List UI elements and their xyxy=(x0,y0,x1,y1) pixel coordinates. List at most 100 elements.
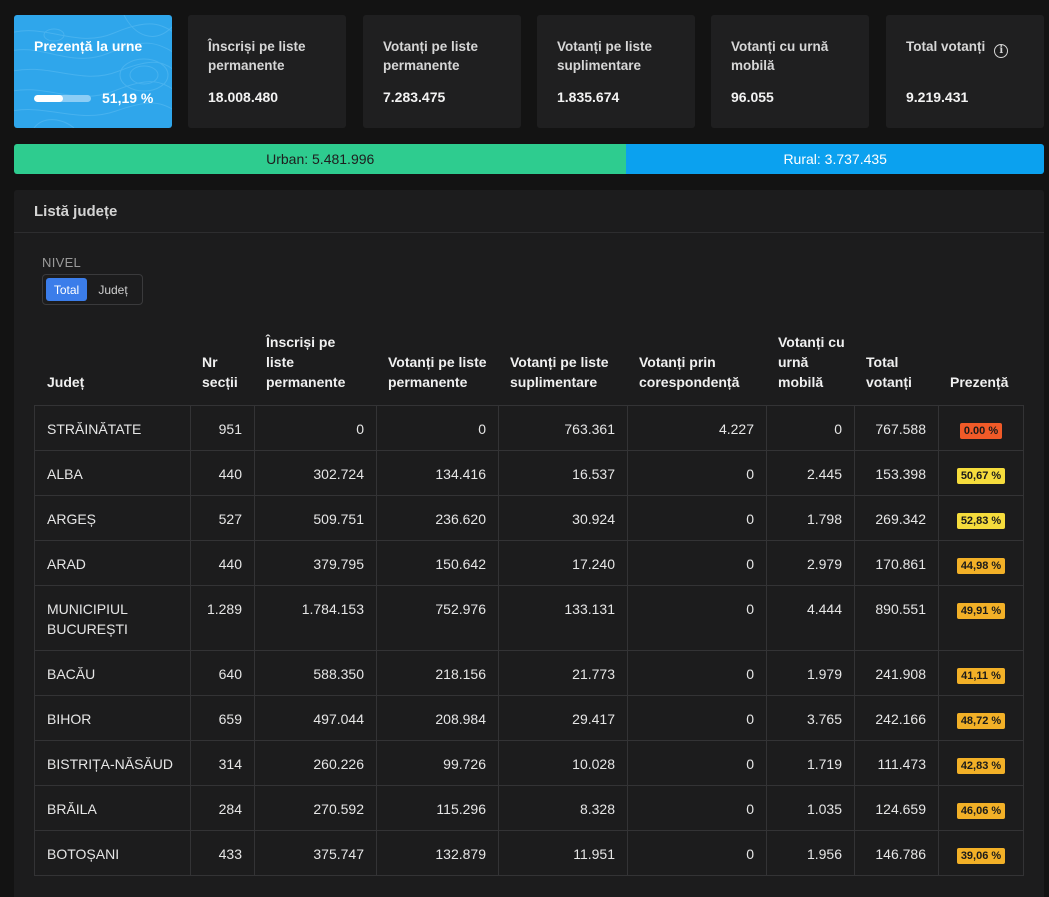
col-votanti-suplimentare[interactable]: Votanți pe liste suplimentare xyxy=(510,352,625,392)
col-inscrisi[interactable]: Înscriși pe liste permanente xyxy=(266,332,366,392)
cell-prezenta: 41,11 % xyxy=(939,651,1023,695)
cell-votanti-suplimentare: 17.240 xyxy=(499,541,628,585)
cell-prezenta: 50,67 % xyxy=(939,451,1023,495)
table-row: MUNICIPIUL BUCUREȘTI 1.289 1.784.153 752.97… xyxy=(35,586,1023,651)
cell-urna-mobila: 4.444 xyxy=(767,586,855,650)
cell-urna-mobila: 1.719 xyxy=(767,741,855,785)
cell-nr-sectii: 951 xyxy=(191,406,255,450)
cell-votanti-corespondenta: 0 xyxy=(628,541,767,585)
cell-votanti-suplimentare: 16.537 xyxy=(499,451,628,495)
cell-urna-mobila: 1.979 xyxy=(767,651,855,695)
presence-badge: 39,06 % xyxy=(956,848,1006,864)
cell-total-votanti: 269.342 xyxy=(855,496,939,540)
cell-inscrisi: 302.724 xyxy=(255,451,377,495)
cell-prezenta: 39,06 % xyxy=(939,831,1023,875)
presence-badge: 42,83 % xyxy=(956,758,1006,774)
presence-badge: 44,98 % xyxy=(956,558,1006,574)
card-value: 9.219.431 xyxy=(906,89,969,105)
cell-total-votanti: 242.166 xyxy=(855,696,939,740)
cell-votanti-permanente: 208.984 xyxy=(377,696,499,740)
cell-votanti-corespondenta: 0 xyxy=(628,496,767,540)
card-value: 7.283.475 xyxy=(383,89,446,105)
cell-votanti-corespondenta: 0 xyxy=(628,451,767,495)
cell-inscrisi: 270.592 xyxy=(255,786,377,830)
cell-votanti-corespondenta: 0 xyxy=(628,741,767,785)
cell-urna-mobila: 2.979 xyxy=(767,541,855,585)
cell-prezenta: 52,83 % xyxy=(939,496,1023,540)
table-row: STRĂINĂTATE 951 0 0 763.361 4.227 0 767.588 0.00… xyxy=(35,406,1023,451)
cell-inscrisi: 379.795 xyxy=(255,541,377,585)
cell-nr-sectii: 1.289 xyxy=(191,586,255,650)
card-label: Total votanți i xyxy=(906,37,1024,58)
cell-votanti-suplimentare: 8.328 xyxy=(499,786,628,830)
cell-votanti-suplimentare: 29.417 xyxy=(499,696,628,740)
col-votanti-corespondenta[interactable]: Votanți prin corespondență xyxy=(639,352,754,392)
card-value: 96.055 xyxy=(731,89,774,105)
presence-badge: 0.00 % xyxy=(959,423,1003,439)
presence-badge: 49,91 % xyxy=(956,603,1006,619)
cell-nr-sectii: 433 xyxy=(191,831,255,875)
cell-inscrisi: 375.747 xyxy=(255,831,377,875)
cell-judet: ALBA xyxy=(35,451,191,495)
col-total-votanti[interactable]: Total votanți xyxy=(866,352,936,392)
cell-votanti-corespondenta: 0 xyxy=(628,696,767,740)
presence-value: 51,19 % xyxy=(102,90,154,106)
cell-votanti-corespondenta: 0 xyxy=(628,586,767,650)
col-judet[interactable]: Județ xyxy=(47,372,84,392)
presence-badge: 48,72 % xyxy=(956,713,1006,729)
col-urna-mobila[interactable]: Votanți cu urnă mobilă xyxy=(778,332,848,392)
cell-nr-sectii: 659 xyxy=(191,696,255,740)
urban-segment: Urban: 5.481.996 xyxy=(14,144,627,174)
table-row: BIHOR 659 497.044 208.984 29.417 0 3.765 242.16… xyxy=(35,696,1023,741)
cell-votanti-permanente: 132.879 xyxy=(377,831,499,875)
col-votanti-permanente[interactable]: Votanți pe liste permanente xyxy=(388,352,488,392)
cell-total-votanti: 767.588 xyxy=(855,406,939,450)
cell-judet: BIHOR xyxy=(35,696,191,740)
cell-votanti-permanente: 115.296 xyxy=(377,786,499,830)
card-inscrisi: Înscriși pe liste permanente 18.008.480 xyxy=(188,15,346,128)
table-body: STRĂINĂTATE 951 0 0 763.361 4.227 0 767.588 0.00… xyxy=(34,405,1024,876)
cell-total-votanti: 124.659 xyxy=(855,786,939,830)
nivel-total-button[interactable]: Total xyxy=(46,278,87,301)
col-nr-sectii[interactable]: Nr secții xyxy=(202,352,257,392)
cell-judet: BACĂU xyxy=(35,651,191,695)
card-label-text: Total votanți xyxy=(906,39,986,54)
cell-total-votanti: 241.908 xyxy=(855,651,939,695)
presence-badge: 41,11 % xyxy=(957,668,1005,684)
topography-pattern xyxy=(14,15,172,128)
table-row: BACĂU 640 588.350 218.156 21.773 0 1.979 241.90… xyxy=(35,651,1023,696)
cell-votanti-permanente: 236.620 xyxy=(377,496,499,540)
cell-judet: ARGEȘ xyxy=(35,496,191,540)
cell-nr-sectii: 527 xyxy=(191,496,255,540)
cell-nr-sectii: 440 xyxy=(191,541,255,585)
cell-votanti-suplimentare: 30.924 xyxy=(499,496,628,540)
card-label: Votanți cu urnă mobilă xyxy=(731,39,829,73)
info-icon[interactable]: i xyxy=(994,44,1009,58)
col-prezenta[interactable]: Prezență xyxy=(950,372,1008,392)
cell-urna-mobila: 2.445 xyxy=(767,451,855,495)
cell-votanti-suplimentare: 763.361 xyxy=(499,406,628,450)
cell-judet: BOTOȘANI xyxy=(35,831,191,875)
card-value: 1.835.674 xyxy=(557,89,620,105)
table-row: ALBA 440 302.724 134.416 16.537 0 2.445 153.398… xyxy=(35,451,1023,496)
cell-total-votanti: 170.861 xyxy=(855,541,939,585)
cell-votanti-permanente: 752.976 xyxy=(377,586,499,650)
nivel-judet-button[interactable]: Județ xyxy=(87,278,139,301)
table-row: BRĂILA 284 270.592 115.296 8.328 0 1.035 124.65… xyxy=(35,786,1023,831)
card-value: 18.008.480 xyxy=(208,89,279,105)
cell-votanti-corespondenta: 0 xyxy=(628,831,767,875)
presence-badge: 52,83 % xyxy=(956,513,1006,529)
cell-votanti-permanente: 134.416 xyxy=(377,451,499,495)
cell-prezenta: 42,83 % xyxy=(939,741,1023,785)
cell-judet: STRĂINĂTATE xyxy=(35,406,191,450)
card-votanti-permanente: Votanți pe liste permanente 7.283.475 xyxy=(363,15,521,128)
cell-urna-mobila: 1.035 xyxy=(767,786,855,830)
cell-nr-sectii: 440 xyxy=(191,451,255,495)
urban-rural-bar: Urban: 5.481.996 Rural: 3.737.435 xyxy=(14,144,1044,174)
card-label: Înscriși pe liste permanente xyxy=(208,39,306,73)
cell-prezenta: 44,98 % xyxy=(939,541,1023,585)
cell-judet: MUNICIPIUL BUCUREȘTI xyxy=(35,586,191,650)
cell-nr-sectii: 284 xyxy=(191,786,255,830)
presence-progress-fill xyxy=(34,95,64,102)
table-row: ARAD 440 379.795 150.642 17.240 0 2.979 170.861… xyxy=(35,541,1023,586)
